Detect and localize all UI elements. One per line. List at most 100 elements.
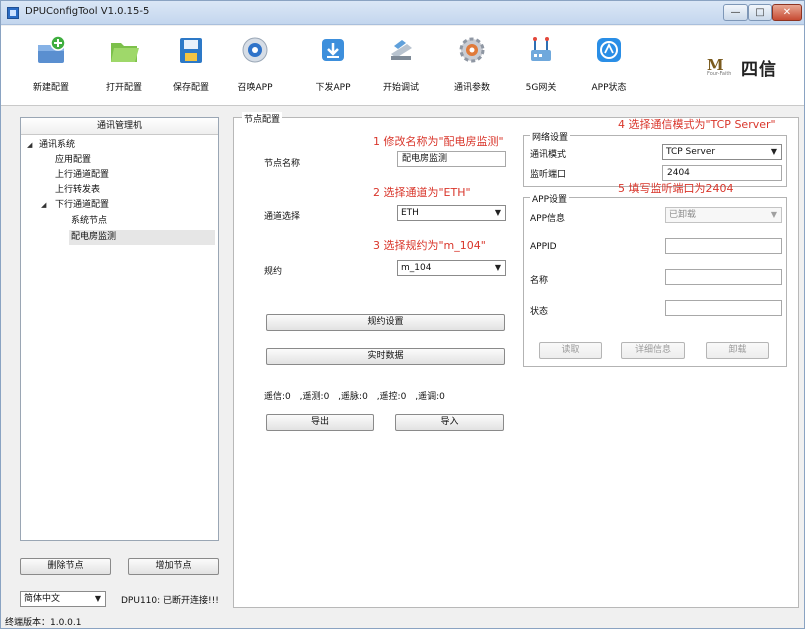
toolbar-open-config[interactable]: 打开配置 [94, 34, 154, 93]
network-settings-title: 网络设置 [530, 130, 571, 143]
channel-value: ETH [401, 208, 419, 218]
tree-node-uplink-channel[interactable]: 上行通道配置 [55, 168, 109, 183]
comm-mode-select[interactable]: TCP Server ▼ [662, 144, 782, 160]
toolbar-save-config[interactable]: 保存配置 [161, 34, 221, 93]
toolbar-new-config[interactable]: 新建配置 [21, 34, 81, 93]
listen-port-input[interactable]: 2404 [662, 165, 782, 181]
toolbar-summon-app[interactable]: 召唤APP [225, 34, 285, 93]
appid-label: APPID [530, 242, 557, 252]
tree-node-app-config[interactable]: 应用配置 [55, 153, 91, 168]
app-name-label: 名称 [530, 276, 549, 286]
toolbar: 新建配置 打开配置 保存配置 召唤APP 下发APP 开始调试 通讯参数 5G网… [1, 26, 804, 106]
gear-icon [456, 34, 488, 66]
download-icon [317, 34, 349, 66]
import-button[interactable]: 导入 [395, 414, 504, 431]
app-name-input[interactable] [665, 269, 782, 285]
annotation-step-1: 1 修改名称为"配电房监测" [373, 135, 504, 148]
tree-header: 通讯管理机 [21, 118, 218, 135]
detail-info-button[interactable]: 详细信息 [621, 342, 685, 359]
app-window: DPUConfigTool V1.0.15-5 — □ ✕ 新建配置 打开配置 … [0, 0, 805, 629]
tree-panel: 通讯管理机 ◢ 通讯系统 应用配置 上行通道配置 上行转发表 ◢ 下行通道配置 … [20, 117, 219, 541]
toolbar-label: 保存配置 [172, 83, 209, 93]
annotation-step-3: 3 选择规约为"m_104" [373, 239, 486, 252]
protocol-select[interactable]: m_104 ▼ [397, 260, 506, 276]
app-status-input[interactable] [665, 300, 782, 316]
node-config-title: 节点配置 [242, 112, 283, 125]
stat-value: 0 [400, 392, 407, 402]
app-settings-group: APP设置 APP信息 已卸载 ▼ APPID 名称 状态 读取 详细信息 卸载 [523, 192, 787, 367]
summon-app-icon [239, 34, 271, 66]
toolbar-label: 通讯参数 [453, 83, 490, 93]
app-info-select: 已卸载 ▼ [665, 207, 782, 223]
tree-node-label: 下行通道配置 [55, 200, 110, 210]
tree-node-system-node[interactable]: 系统节点 [71, 214, 107, 229]
appid-input[interactable] [665, 238, 782, 254]
protocol-label: 规约 [264, 267, 283, 277]
realtime-data-button[interactable]: 实时数据 [266, 348, 505, 365]
stat-label: ,遥测: [299, 392, 324, 402]
connection-status: DPU110: 已断开连接!!! [121, 596, 219, 606]
stat-value: 0 [439, 392, 445, 402]
debug-icon [385, 34, 417, 66]
stat-label: ,遥脉: [338, 392, 363, 402]
maximize-button[interactable]: □ [748, 4, 772, 21]
comm-mode-value: TCP Server [666, 147, 716, 157]
save-disk-icon [175, 34, 207, 66]
protocol-value: m_104 [401, 263, 432, 273]
language-select[interactable]: 简体中文 ▼ [20, 591, 106, 607]
listen-port-label: 监听端口 [530, 170, 567, 180]
new-config-icon [35, 34, 67, 66]
channel-select[interactable]: ETH ▼ [397, 205, 506, 221]
tree-node-label: 通讯系统 [39, 140, 76, 150]
minimize-button[interactable]: — [723, 4, 748, 21]
chevron-down-icon: ▼ [770, 210, 777, 219]
window-title: DPUConfigTool V1.0.15-5 [25, 6, 150, 17]
toolbar-deploy-app[interactable]: 下发APP [303, 34, 363, 93]
app-info-label: APP信息 [530, 214, 566, 224]
protocol-settings-button[interactable]: 规约设置 [266, 314, 505, 331]
node-name-label: 节点名称 [264, 159, 301, 169]
expand-arrow-icon[interactable]: ◢ [27, 138, 35, 153]
tree-node-downlink-channel[interactable]: ◢ 下行通道配置 [39, 198, 215, 213]
add-node-button[interactable]: 增加节点 [128, 558, 219, 575]
terminal-version: 终端版本：1.0.0.1 [5, 618, 82, 628]
close-button[interactable]: ✕ [772, 4, 802, 21]
language-value: 简体中文 [24, 594, 61, 604]
app-status-icon [593, 34, 625, 66]
app-status-label: 状态 [530, 307, 549, 317]
open-folder-icon [108, 34, 140, 66]
chevron-down-icon: ▼ [494, 263, 501, 272]
stat-label: ,遥调: [415, 392, 440, 402]
toolbar-start-debug[interactable]: 开始调试 [371, 34, 431, 93]
annotation-step-2: 2 选择通道为"ETH" [373, 186, 471, 199]
tree-node-distribution-room[interactable]: 配电房监测 [69, 230, 215, 245]
gateway-icon [525, 34, 557, 66]
toolbar-label: 召唤APP [237, 83, 273, 93]
stat-value: 0 [285, 392, 291, 402]
node-name-input[interactable]: 配电房监测 [397, 151, 506, 167]
export-button[interactable]: 导出 [266, 414, 374, 431]
channel-label: 通道选择 [264, 212, 301, 222]
toolbar-label: 5G网关 [525, 83, 557, 93]
expand-arrow-icon[interactable]: ◢ [41, 198, 49, 213]
stat-label: 遥信: [264, 392, 286, 402]
toolbar-app-status[interactable]: APP状态 [579, 34, 639, 93]
tree-node-uplink-forward[interactable]: 上行转发表 [55, 183, 100, 198]
tree-node-comm-system[interactable]: ◢ 通讯系统 [25, 138, 215, 153]
stat-value: 0 [362, 392, 368, 402]
toolbar-label: APP状态 [591, 83, 627, 93]
stat-value: 0 [323, 392, 330, 402]
toolbar-5g-gateway[interactable]: 5G网关 [511, 34, 571, 93]
delete-node-button[interactable]: 删除节点 [20, 558, 111, 575]
app-icon [7, 7, 19, 19]
toolbar-label: 下发APP [315, 83, 351, 93]
toolbar-comm-params[interactable]: 通讯参数 [442, 34, 502, 93]
read-button[interactable]: 读取 [539, 342, 602, 359]
app-settings-title: APP设置 [530, 192, 570, 205]
comm-mode-label: 通讯模式 [530, 150, 567, 160]
annotation-step-4: 4 选择通信模式为"TCP Server" [618, 118, 776, 131]
annotation-step-5: 5 填写监听端口为2404 [618, 182, 734, 195]
telemetry-stats: 遥信:0 ,遥测:0 ,遥脉:0 ,遥控:0 ,遥调:0 [264, 389, 445, 402]
uninstall-button[interactable]: 卸载 [706, 342, 769, 359]
app-info-value: 已卸载 [669, 210, 697, 220]
